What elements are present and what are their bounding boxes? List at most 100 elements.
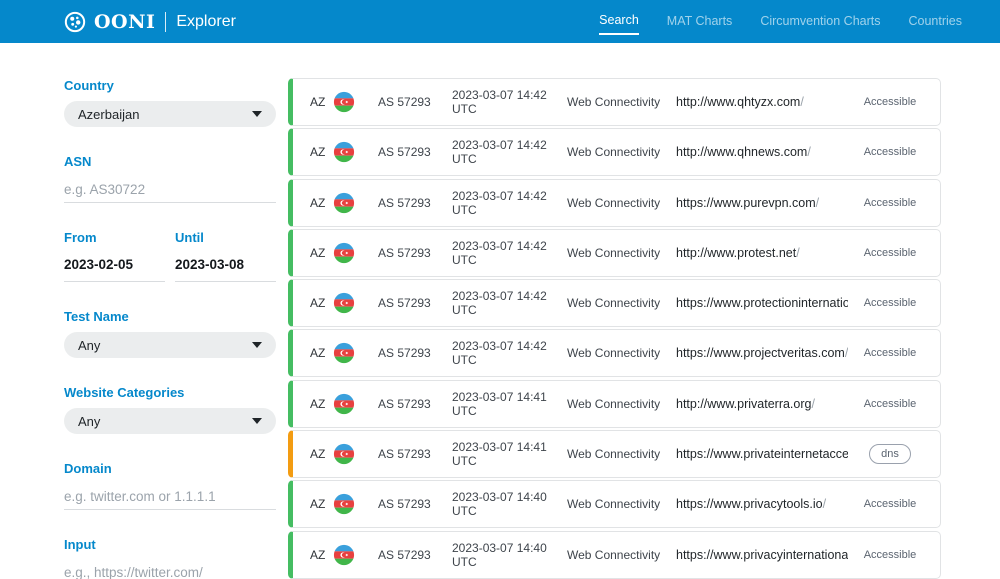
country-code: AZ xyxy=(310,497,333,511)
azerbaijan-flag-icon xyxy=(333,393,378,415)
measured-url: https://www.privateinternetaccess.../ xyxy=(676,447,848,461)
filter-from: From 2023-02-05 xyxy=(64,230,165,282)
measurement-date: 2023-03-07 14:40 UTC xyxy=(452,490,567,518)
filter-dates: From 2023-02-05 Until 2023-03-08 xyxy=(64,230,276,282)
result-row[interactable]: AZ AS 57293 2023-03-07 14:40 UTC Web Con… xyxy=(288,480,941,528)
test-name-value: Web Connectivity xyxy=(567,548,676,562)
status-cell: Accessible xyxy=(848,347,932,359)
asn-input[interactable] xyxy=(64,177,276,203)
nav-item-search[interactable]: Search xyxy=(599,9,639,35)
result-row[interactable]: AZ AS 57293 2023-03-07 14:42 UTC Web Con… xyxy=(288,229,941,277)
nav-item-circumvention-charts[interactable]: Circumvention Charts xyxy=(760,10,880,34)
domain-label: Domain xyxy=(64,461,276,476)
result-row[interactable]: AZ AS 57293 2023-03-07 14:42 UTC Web Con… xyxy=(288,128,941,176)
measurement-date: 2023-03-07 14:42 UTC xyxy=(452,339,567,367)
result-row[interactable]: AZ AS 57293 2023-03-07 14:42 UTC Web Con… xyxy=(288,329,941,377)
result-row[interactable]: AZ AS 57293 2023-03-07 14:41 UTC Web Con… xyxy=(288,380,941,428)
measured-url: http://www.protest.net/ xyxy=(676,246,848,260)
asn-value: AS 57293 xyxy=(378,346,452,360)
from-label: From xyxy=(64,230,165,245)
measured-url: https://www.privacyinternational..../ xyxy=(676,548,848,562)
asn-value: AS 57293 xyxy=(378,497,452,511)
categories-label: Website Categories xyxy=(64,385,276,400)
azerbaijan-flag-icon xyxy=(333,141,378,163)
asn-value: AS 57293 xyxy=(378,296,452,310)
result-row[interactable]: AZ AS 57293 2023-03-07 14:42 UTC Web Con… xyxy=(288,78,941,126)
filter-sidebar: Country Azerbaijan ASN From 2023-02-05 U… xyxy=(64,78,276,579)
azerbaijan-flag-icon xyxy=(333,493,378,515)
result-row[interactable]: AZ AS 57293 2023-03-07 14:42 UTC Web Con… xyxy=(288,279,941,327)
filter-categories: Website Categories Any xyxy=(64,385,276,434)
domain-input[interactable] xyxy=(64,484,276,510)
filter-asn: ASN xyxy=(64,154,276,203)
measured-url: http://www.privaterra.org/ xyxy=(676,397,848,411)
test-name-value: Web Connectivity xyxy=(567,447,676,461)
filter-input: Input xyxy=(64,537,276,579)
filter-test-name: Test Name Any xyxy=(64,309,276,358)
measured-url: https://www.purevpn.com/ xyxy=(676,196,848,210)
anomaly-badge: dns xyxy=(869,444,911,464)
country-code: AZ xyxy=(310,196,333,210)
chevron-down-icon xyxy=(252,111,262,117)
brand-logo[interactable]: OONI Explorer xyxy=(64,11,236,33)
status-cell: dns xyxy=(848,444,932,464)
brand-subname: Explorer xyxy=(176,13,236,31)
measurement-date: 2023-03-07 14:42 UTC xyxy=(452,289,567,317)
ooni-logo-icon xyxy=(64,11,86,33)
country-code: AZ xyxy=(310,346,333,360)
measured-url: http://www.qhnews.com/ xyxy=(676,145,848,159)
result-row[interactable]: AZ AS 57293 2023-03-07 14:40 UTC Web Con… xyxy=(288,531,941,579)
status-cell: Accessible xyxy=(848,197,932,209)
asn-label: ASN xyxy=(64,154,276,169)
country-select-value: Azerbaijan xyxy=(78,107,139,122)
measurement-date: 2023-03-07 14:42 UTC xyxy=(452,138,567,166)
azerbaijan-flag-icon xyxy=(333,242,378,264)
azerbaijan-flag-icon xyxy=(333,342,378,364)
nav-item-mat-charts[interactable]: MAT Charts xyxy=(667,10,733,34)
chevron-down-icon xyxy=(252,342,262,348)
country-code: AZ xyxy=(310,296,333,310)
azerbaijan-flag-icon xyxy=(333,192,378,214)
status-cell: Accessible xyxy=(848,297,932,309)
result-row[interactable]: AZ AS 57293 2023-03-07 14:41 UTC Web Con… xyxy=(288,430,941,478)
until-label: Until xyxy=(175,230,276,245)
country-select[interactable]: Azerbaijan xyxy=(64,101,276,127)
until-date-field[interactable]: 2023-03-08 xyxy=(175,253,276,282)
azerbaijan-flag-icon xyxy=(333,443,378,465)
measurement-date: 2023-03-07 14:42 UTC xyxy=(452,189,567,217)
input-label: Input xyxy=(64,537,276,552)
asn-value: AS 57293 xyxy=(378,95,452,109)
measurement-date: 2023-03-07 14:42 UTC xyxy=(452,88,567,116)
page-content: Country Azerbaijan ASN From 2023-02-05 U… xyxy=(0,43,1000,579)
result-row[interactable]: AZ AS 57293 2023-03-07 14:42 UTC Web Con… xyxy=(288,179,941,227)
input-input[interactable] xyxy=(64,560,276,579)
measured-url: https://www.projectveritas.com/ xyxy=(676,346,848,360)
status-cell: Accessible xyxy=(848,549,932,561)
test-name-value: Web Connectivity xyxy=(567,296,676,310)
country-code: AZ xyxy=(310,95,333,109)
filter-country: Country Azerbaijan xyxy=(64,78,276,127)
status-cell: Accessible xyxy=(848,146,932,158)
app-header: OONI Explorer Search MAT Charts Circumvent… xyxy=(0,0,1000,43)
measurement-date: 2023-03-07 14:42 UTC xyxy=(452,239,567,267)
categories-select[interactable]: Any xyxy=(64,408,276,434)
test-name-value: Web Connectivity xyxy=(567,497,676,511)
nav-item-countries[interactable]: Countries xyxy=(909,10,963,34)
asn-value: AS 57293 xyxy=(378,548,452,562)
from-date-field[interactable]: 2023-02-05 xyxy=(64,253,165,282)
asn-value: AS 57293 xyxy=(378,196,452,210)
measured-url: https://www.protectioninternation.../ xyxy=(676,296,848,310)
test-name-value: Web Connectivity xyxy=(567,196,676,210)
test-name-select-value: Any xyxy=(78,338,100,353)
results-list: AZ AS 57293 2023-03-07 14:42 UTC Web Con… xyxy=(288,78,941,579)
test-name-select[interactable]: Any xyxy=(64,332,276,358)
categories-select-value: Any xyxy=(78,414,100,429)
azerbaijan-flag-icon xyxy=(333,544,378,566)
top-nav: Search MAT Charts Circumvention Charts Coun… xyxy=(599,9,962,35)
test-name-value: Web Connectivity xyxy=(567,246,676,260)
country-code: AZ xyxy=(310,145,333,159)
country-code: AZ xyxy=(310,246,333,260)
brand-name: OONI xyxy=(94,11,155,33)
filter-until: Until 2023-03-08 xyxy=(175,230,276,282)
azerbaijan-flag-icon xyxy=(333,91,378,113)
